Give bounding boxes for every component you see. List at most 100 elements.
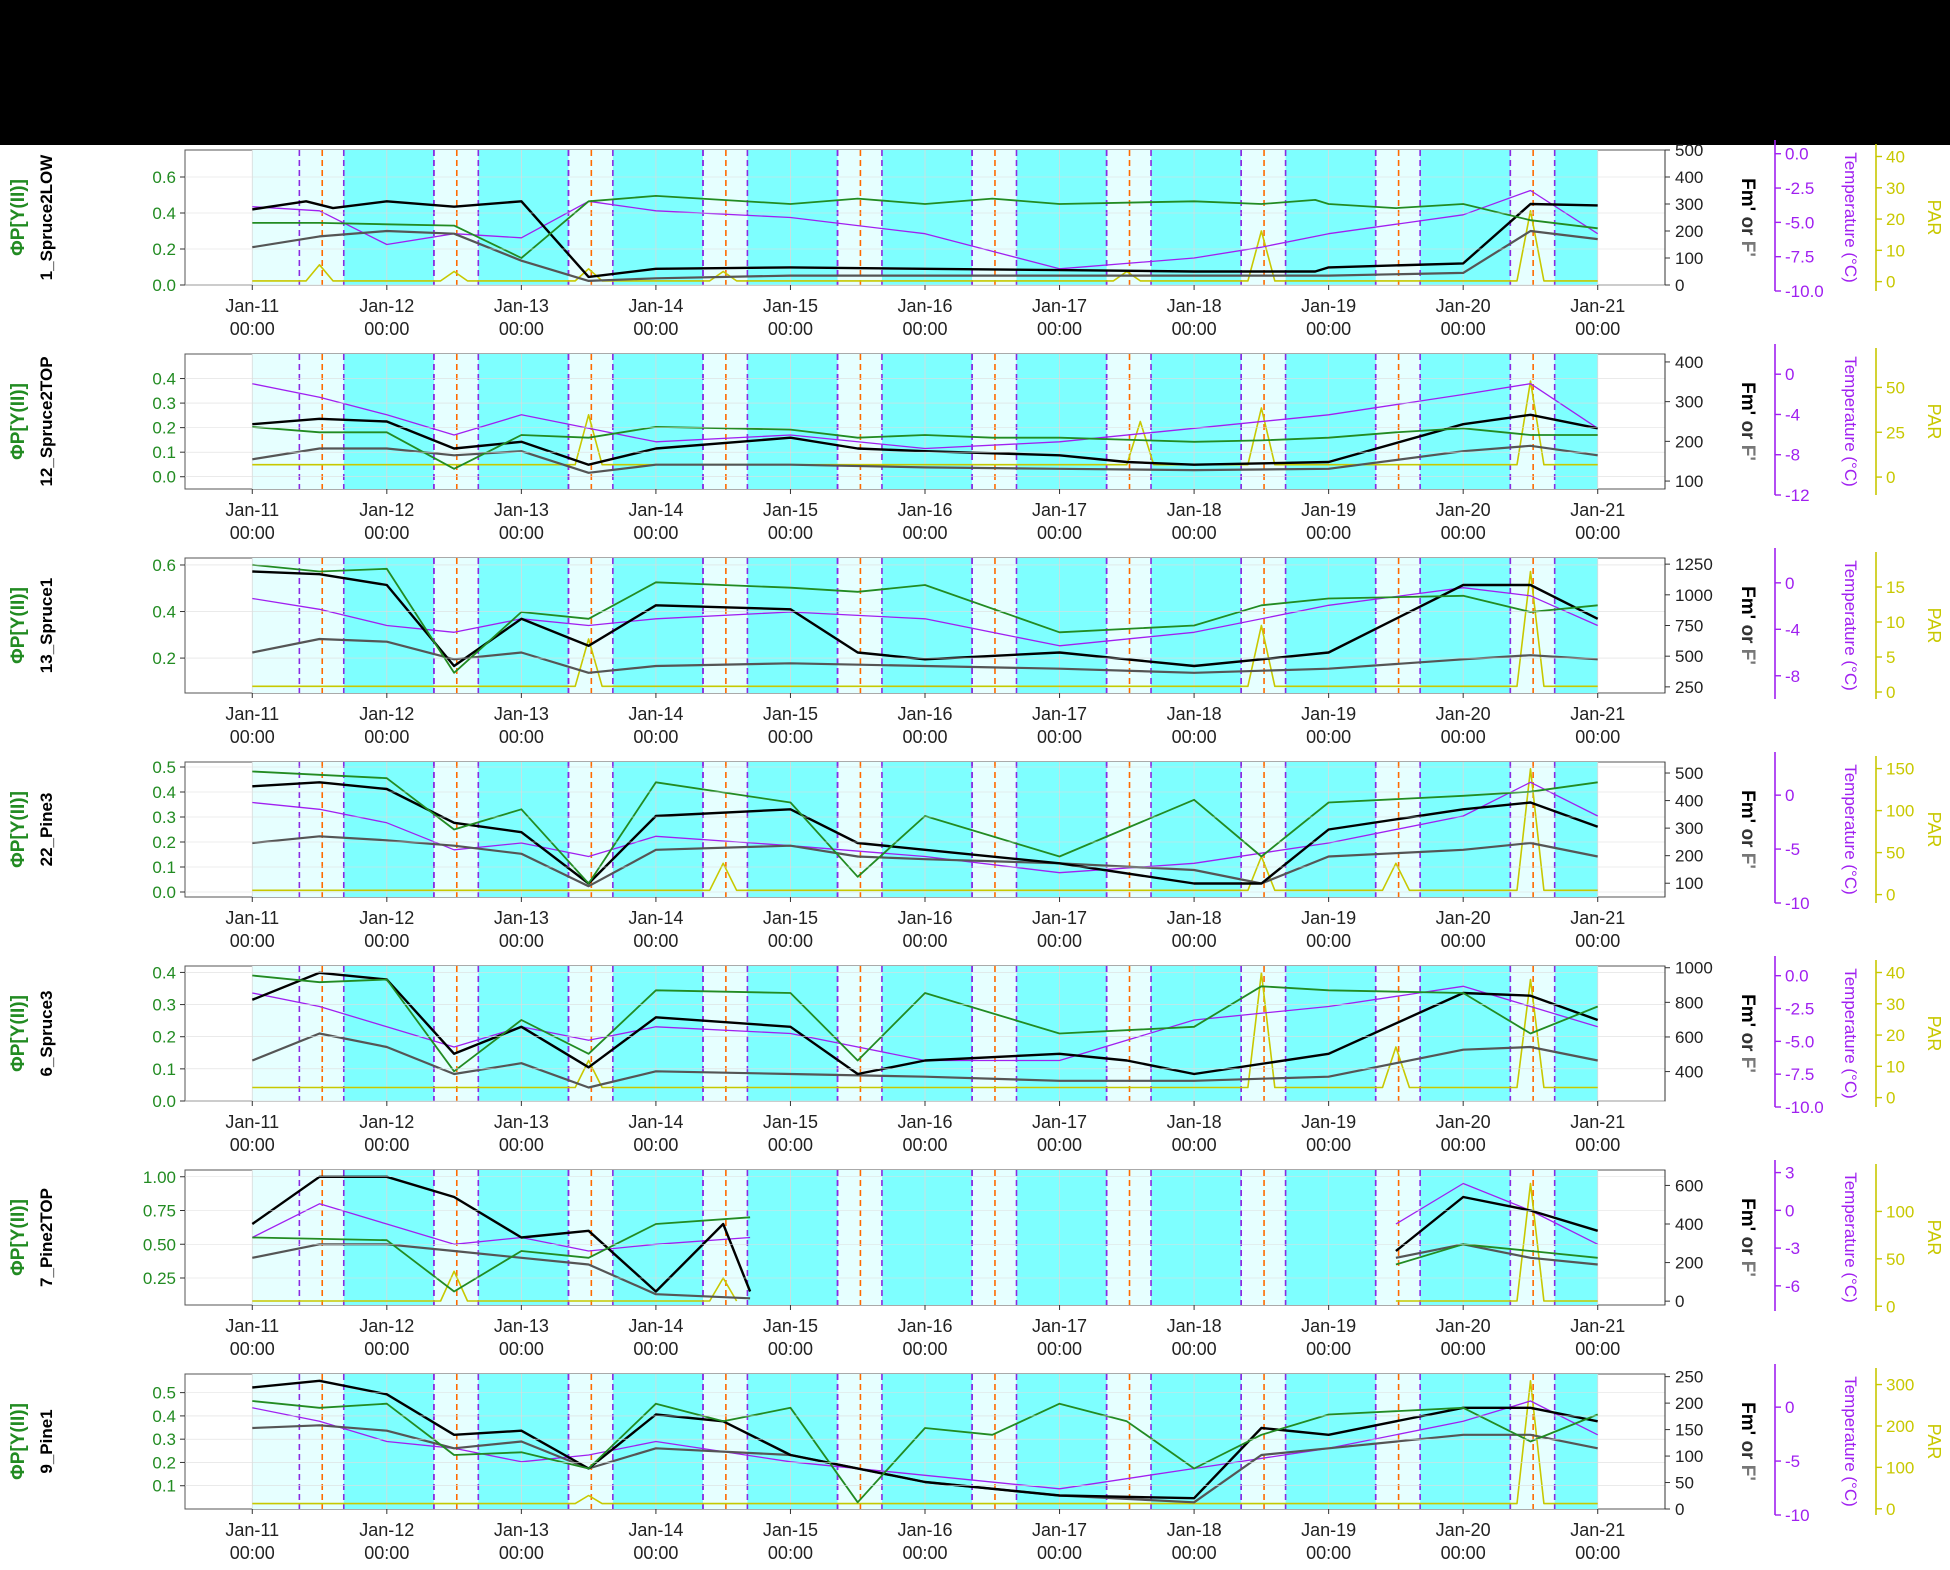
temp-tick-label: -2.5 bbox=[1785, 179, 1814, 198]
temp-tick-label: 0 bbox=[1785, 1398, 1794, 1417]
x-tick-label: Jan-12 bbox=[359, 296, 414, 316]
fm-tick-label: 0 bbox=[1675, 276, 1684, 295]
phi-axis-title: ΦP[Y(II)] bbox=[8, 179, 29, 256]
x-tick-label: Jan-13 bbox=[494, 1112, 549, 1132]
x-tick-time-label: 00:00 bbox=[1172, 1135, 1217, 1155]
x-tick-time-label: 00:00 bbox=[1037, 931, 1082, 951]
phi-tick-label: 0.4 bbox=[152, 783, 176, 802]
night-band bbox=[1420, 558, 1511, 693]
x-tick-label: Jan-21 bbox=[1570, 704, 1625, 724]
x-tick-label: Jan-11 bbox=[225, 1316, 279, 1336]
par-tick-label: 10 bbox=[1886, 241, 1905, 260]
x-tick-time-label: 00:00 bbox=[768, 727, 813, 747]
temp-tick-label: -4 bbox=[1785, 405, 1800, 424]
x-tick-label: Jan-12 bbox=[359, 1112, 414, 1132]
fm-tick-label: 150 bbox=[1675, 1421, 1703, 1440]
x-tick-label: Jan-17 bbox=[1032, 1112, 1087, 1132]
phi-tick-label: 0.1 bbox=[152, 1060, 176, 1079]
phi-axis-title: ΦP[Y(II)] bbox=[8, 995, 29, 1072]
temp-tick-label: -7.5 bbox=[1785, 1065, 1814, 1084]
x-tick-label: Jan-13 bbox=[494, 500, 549, 520]
fm-title-part: F' bbox=[1737, 1057, 1758, 1073]
night-band bbox=[1420, 354, 1511, 489]
fm-title-part: or bbox=[1737, 624, 1758, 648]
x-tick-time-label: 00:00 bbox=[499, 931, 544, 951]
x-tick-time-label: 00:00 bbox=[1306, 1135, 1351, 1155]
fm-axis-title: Fm' or F' bbox=[1737, 382, 1758, 461]
night-band bbox=[612, 150, 703, 285]
x-tick-label: Jan-12 bbox=[359, 704, 414, 724]
night-band bbox=[1016, 762, 1107, 897]
temp-tick-label: -10.0 bbox=[1785, 1098, 1824, 1117]
x-tick-label: Jan-19 bbox=[1301, 908, 1356, 928]
x-tick-label: Jan-12 bbox=[359, 908, 414, 928]
x-tick-label: Jan-12 bbox=[359, 1520, 414, 1540]
par-axis-title: PAR bbox=[1924, 1424, 1944, 1460]
temp-tick-label: -8 bbox=[1785, 667, 1800, 686]
fm-tick-label: 250 bbox=[1675, 678, 1703, 697]
night-band bbox=[747, 1170, 838, 1305]
x-tick-label: Jan-15 bbox=[763, 908, 818, 928]
x-tick-time-label: 00:00 bbox=[1441, 931, 1486, 951]
fm-tick-label: 400 bbox=[1675, 168, 1703, 187]
fm-title-part: F' bbox=[1737, 1261, 1758, 1277]
night-band bbox=[612, 558, 703, 693]
phi-axis-title: ΦP[Y(II)] bbox=[8, 383, 29, 460]
fm-tick-label: 200 bbox=[1675, 1394, 1703, 1413]
fm-title-part: or bbox=[1737, 216, 1758, 240]
fm-tick-label: 1250 bbox=[1675, 555, 1713, 574]
fm-axis-title: Fm' or F' bbox=[1737, 586, 1758, 665]
x-tick-label: Jan-19 bbox=[1301, 1316, 1356, 1336]
x-tick-label: Jan-21 bbox=[1570, 1316, 1625, 1336]
panel-1_Spruce2LOW: 0.00.20.40.60100200300400500-10.0-7.5-5.… bbox=[8, 140, 1944, 339]
fm-title-part: Fm' bbox=[1737, 382, 1758, 420]
panel-label: 6_Spruce3 bbox=[37, 991, 56, 1077]
fm-tick-label: 200 bbox=[1675, 1254, 1703, 1273]
x-tick-time-label: 00:00 bbox=[230, 931, 275, 951]
x-tick-label: Jan-14 bbox=[628, 704, 683, 724]
x-tick-label: Jan-19 bbox=[1301, 704, 1356, 724]
fm-tick-label: 400 bbox=[1675, 353, 1703, 372]
fm-title-part: F' bbox=[1737, 445, 1758, 461]
fm-title-part: Fm' bbox=[1737, 1198, 1758, 1236]
phi-tick-label: 0.6 bbox=[152, 556, 176, 575]
x-tick-time-label: 00:00 bbox=[1575, 1543, 1620, 1563]
x-tick-label: Jan-16 bbox=[897, 704, 952, 724]
x-tick-label: Jan-20 bbox=[1436, 500, 1491, 520]
x-tick-label: Jan-18 bbox=[1167, 1520, 1222, 1540]
fm-tick-label: 100 bbox=[1675, 472, 1703, 491]
x-tick-label: Jan-17 bbox=[1032, 908, 1087, 928]
x-tick-time-label: 00:00 bbox=[1306, 1543, 1351, 1563]
par-axis-title: PAR bbox=[1924, 404, 1944, 440]
x-tick-label: Jan-18 bbox=[1167, 1112, 1222, 1132]
x-tick-time-label: 00:00 bbox=[1575, 523, 1620, 543]
fm-tick-label: 50 bbox=[1675, 1474, 1694, 1493]
temp-axis-title: Temperature (°C) bbox=[1841, 356, 1860, 487]
x-tick-label: Jan-16 bbox=[897, 1520, 952, 1540]
x-tick-time-label: 00:00 bbox=[499, 319, 544, 339]
x-tick-time-label: 00:00 bbox=[1575, 727, 1620, 747]
x-tick-time-label: 00:00 bbox=[364, 523, 409, 543]
x-tick-label: Jan-18 bbox=[1167, 704, 1222, 724]
x-tick-time-label: 00:00 bbox=[499, 1339, 544, 1359]
temp-tick-label: -10.0 bbox=[1785, 282, 1824, 301]
phi-tick-label: 0.0 bbox=[152, 1092, 176, 1111]
x-tick-label: Jan-11 bbox=[225, 1112, 279, 1132]
x-tick-label: Jan-14 bbox=[628, 1112, 683, 1132]
x-tick-label: Jan-13 bbox=[494, 704, 549, 724]
fm-tick-label: 500 bbox=[1675, 647, 1703, 666]
fm-title-part: Fm' bbox=[1737, 790, 1758, 828]
night-band bbox=[881, 1374, 973, 1509]
par-tick-label: 50 bbox=[1886, 844, 1905, 863]
night-band bbox=[881, 150, 973, 285]
x-tick-label: Jan-13 bbox=[494, 296, 549, 316]
panel-label: 7_Pine2TOP bbox=[37, 1188, 56, 1287]
x-tick-label: Jan-17 bbox=[1032, 500, 1087, 520]
x-tick-time-label: 00:00 bbox=[1575, 931, 1620, 951]
x-tick-label: Jan-14 bbox=[628, 500, 683, 520]
fm-tick-label: 1000 bbox=[1675, 586, 1713, 605]
x-tick-label: Jan-12 bbox=[359, 500, 414, 520]
panel-22_Pine3: 0.00.10.20.30.40.5100200300400500-10-500… bbox=[8, 752, 1944, 951]
phi-tick-label: 0.2 bbox=[152, 1028, 176, 1047]
x-tick-time-label: 00:00 bbox=[1172, 931, 1217, 951]
